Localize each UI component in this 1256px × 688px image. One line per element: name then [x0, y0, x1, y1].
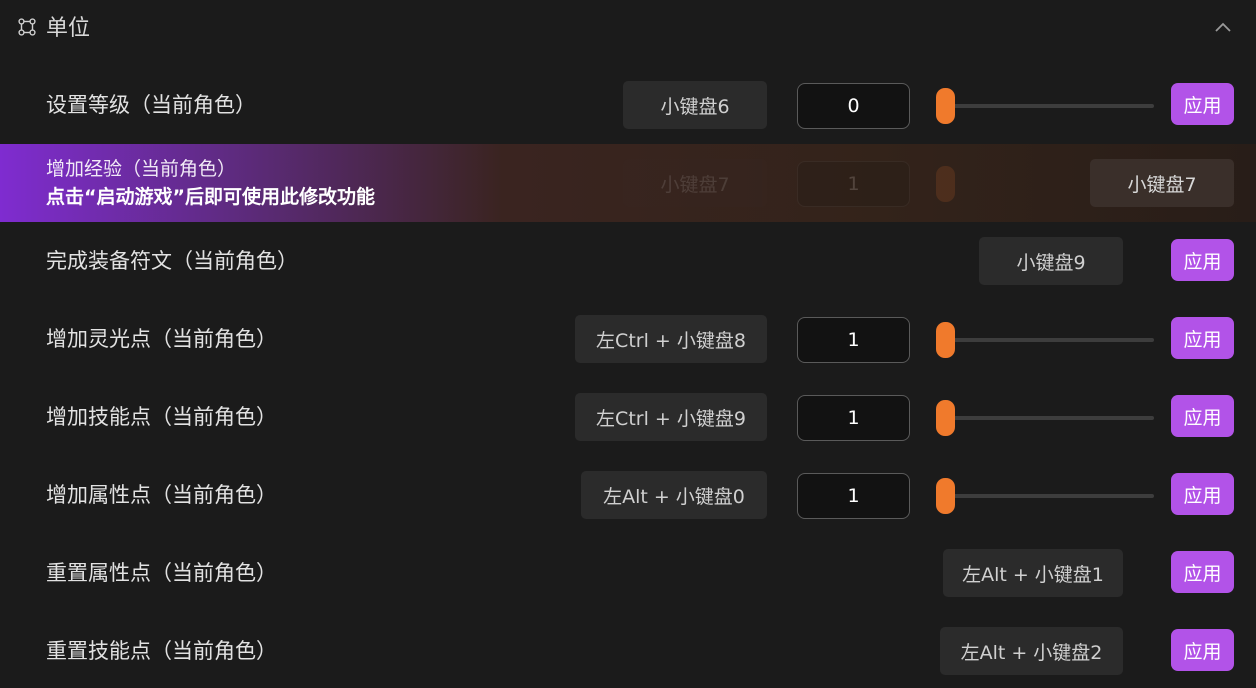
value-input-ghost: 1 [797, 161, 910, 207]
value-slider[interactable] [936, 88, 1154, 124]
row-label: 增加技能点（当前角色） [46, 405, 277, 429]
value-input[interactable] [797, 317, 910, 363]
row-label: 增加灵光点（当前角色） [46, 327, 277, 351]
apply-button[interactable]: 应用 [1171, 551, 1234, 593]
value-slider[interactable] [936, 322, 1154, 358]
slider-track [936, 338, 1154, 342]
hotkey-button[interactable]: 左Alt + 小键盘1 [943, 549, 1123, 597]
slider-thumb-ghost [936, 166, 955, 202]
cheat-row-add-skill-points: 增加技能点（当前角色） 左Ctrl + 小键盘9 应用 [0, 378, 1256, 456]
apply-button[interactable]: 应用 [1171, 629, 1234, 671]
hotkey-button[interactable]: 小键盘9 [979, 237, 1123, 285]
slider-thumb[interactable] [936, 88, 955, 124]
slider-track [936, 416, 1154, 420]
row-label: 重置技能点（当前角色） [46, 639, 277, 663]
value-slider[interactable] [936, 400, 1154, 436]
apply-button[interactable]: 应用 [1171, 83, 1234, 125]
apply-button[interactable]: 应用 [1171, 317, 1234, 359]
slider-thumb[interactable] [936, 400, 955, 436]
row-label: 重置属性点（当前角色） [46, 561, 277, 585]
hotkey-button[interactable]: 左Ctrl + 小键盘8 [575, 315, 767, 363]
hotkey-button[interactable]: 小键盘7 [1090, 159, 1234, 207]
value-input[interactable] [797, 83, 910, 129]
chevron-up-icon[interactable] [1210, 16, 1236, 38]
section-header: 单位 [0, 0, 1256, 56]
slider-track [936, 494, 1154, 498]
row-label: 完成装备符文（当前角色） [46, 249, 298, 273]
hotkey-button[interactable]: 左Alt + 小键盘0 [581, 471, 767, 519]
slider-thumb[interactable] [936, 478, 955, 514]
slider-thumb[interactable] [936, 322, 955, 358]
cheat-row-add-aura-points: 增加灵光点（当前角色） 左Ctrl + 小键盘8 应用 [0, 300, 1256, 378]
section-title: 单位 [46, 16, 91, 41]
hotkey-ghost: 小键盘7 [623, 159, 767, 207]
hotkey-button[interactable]: 左Ctrl + 小键盘9 [575, 393, 767, 441]
hotkey-button[interactable]: 左Alt + 小键盘2 [940, 627, 1123, 675]
group-nodes-icon [18, 18, 36, 36]
row-label: 设置等级（当前角色） [46, 93, 256, 117]
row-label: 增加经验（当前角色） [46, 158, 237, 180]
apply-button[interactable]: 应用 [1171, 395, 1234, 437]
hotkey-button[interactable]: 小键盘6 [623, 81, 767, 129]
cheat-row-add-exp: 小键盘7 1 增加经验（当前角色） 点击“启动游戏”后即可使用此修改功能 小键盘… [0, 144, 1256, 222]
cheat-row-reset-attribute-points: 重置属性点（当前角色） 左Alt + 小键盘1 应用 [0, 534, 1256, 612]
value-input[interactable] [797, 473, 910, 519]
cheat-row-add-attribute-points: 增加属性点（当前角色） 左Alt + 小键盘0 应用 [0, 456, 1256, 534]
value-slider[interactable] [936, 478, 1154, 514]
apply-button[interactable]: 应用 [1171, 473, 1234, 515]
row-label: 增加属性点（当前角色） [46, 483, 277, 507]
slider-track [936, 104, 1154, 108]
cheat-row-complete-runes: 完成装备符文（当前角色） 小键盘9 应用 [0, 222, 1256, 300]
cheat-row-reset-skill-points: 重置技能点（当前角色） 左Alt + 小键盘2 应用 [0, 612, 1256, 688]
apply-button[interactable]: 应用 [1171, 239, 1234, 281]
cheat-row-set-level: 设置等级（当前角色） 小键盘6 应用 [0, 66, 1256, 144]
locked-notice: 点击“启动游戏”后即可使用此修改功能 [46, 186, 375, 208]
value-input[interactable] [797, 395, 910, 441]
